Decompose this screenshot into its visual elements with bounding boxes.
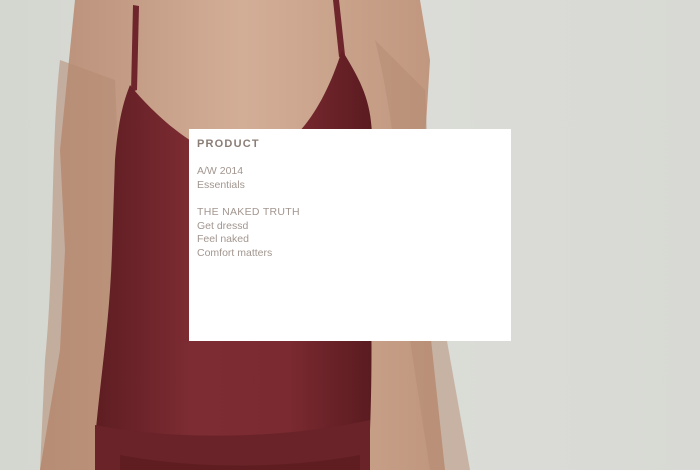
- essentials-link[interactable]: Essentials: [197, 179, 503, 193]
- campaign-menu: THE NAKED TRUTH Get dressd Feel naked Co…: [197, 206, 503, 260]
- list-item: Comfort matters: [197, 247, 503, 261]
- list-item: Essentials: [197, 179, 503, 193]
- season-link[interactable]: A/W 2014: [197, 165, 503, 179]
- list-item: THE NAKED TRUTH: [197, 206, 503, 220]
- product-menu-panel: PRODUCT A/W 2014 Essentials THE NAKED TR…: [189, 129, 511, 341]
- campaign-link[interactable]: THE NAKED TRUTH: [197, 206, 503, 220]
- list-item: Feel naked: [197, 233, 503, 247]
- list-item: Get dressd: [197, 220, 503, 234]
- panel-heading: PRODUCT: [197, 138, 260, 150]
- season-menu: A/W 2014 Essentials: [197, 165, 503, 192]
- comfort-matters-link[interactable]: Comfort matters: [197, 247, 503, 261]
- feel-naked-link[interactable]: Feel naked: [197, 233, 503, 247]
- get-dressed-link[interactable]: Get dressd: [197, 220, 503, 234]
- list-item: A/W 2014: [197, 165, 503, 179]
